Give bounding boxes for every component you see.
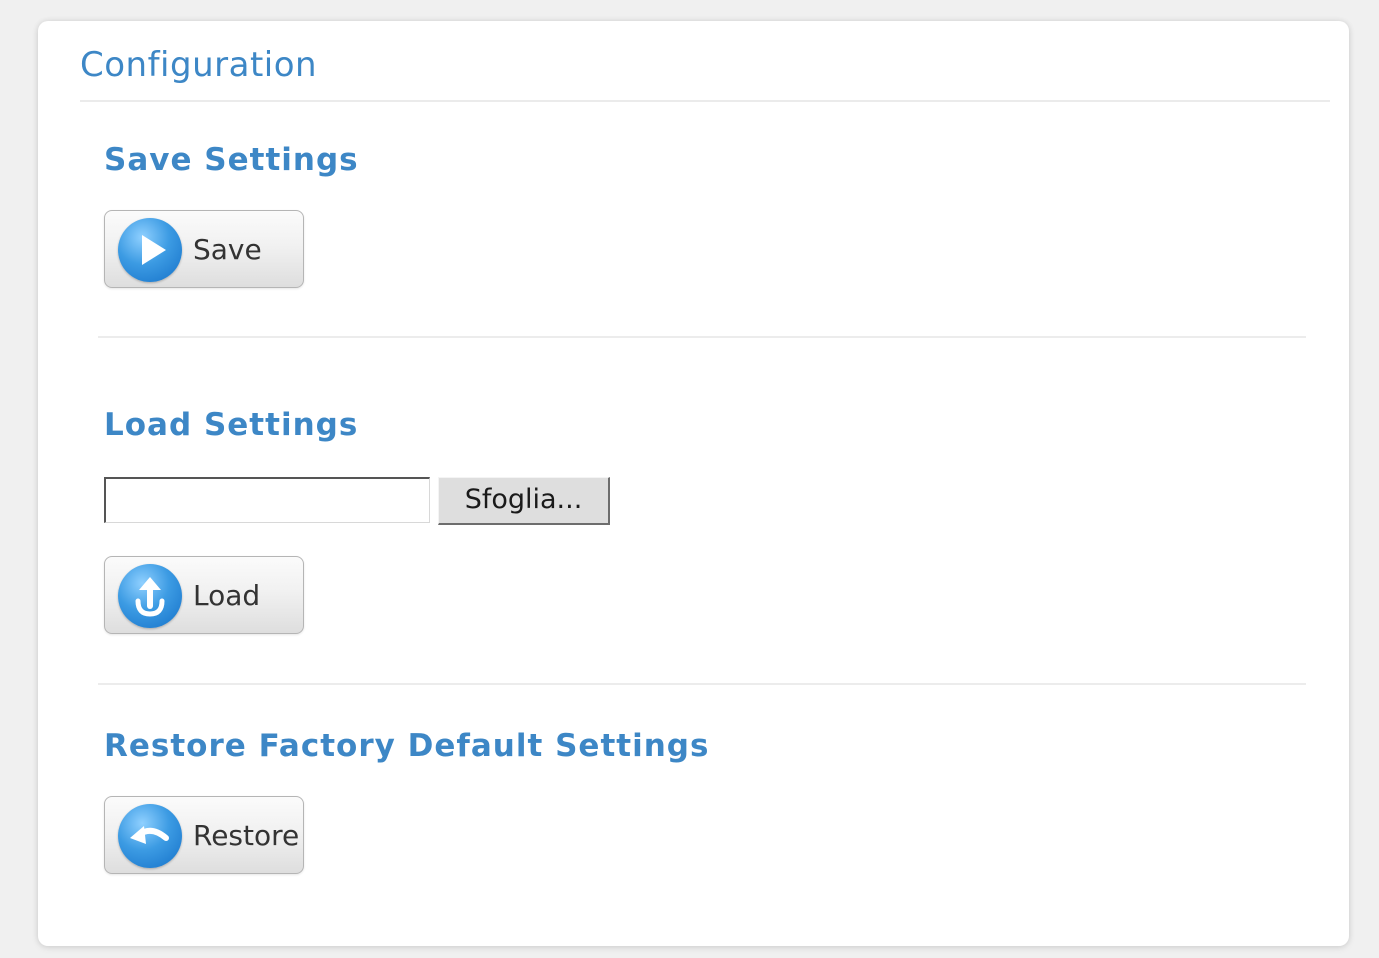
restore-settings-heading: Restore Factory Default Settings [104,728,710,764]
load-button-label: Load [193,579,261,612]
load-button[interactable]: Load [104,556,304,634]
title-divider [80,100,1330,102]
upload-icon [118,564,182,628]
save-button-label: Save [193,233,262,266]
browse-button[interactable]: Sfoglia... [438,477,610,525]
restore-button[interactable]: Restore [104,796,304,874]
save-button[interactable]: Save [104,210,304,288]
load-settings-heading: Load Settings [104,407,359,443]
play-icon [118,218,182,282]
section-divider [98,336,1306,338]
page-title: Configuration [80,45,318,85]
restore-button-label: Restore [193,819,300,852]
section-divider [98,683,1306,685]
file-path-input[interactable] [104,477,430,523]
configuration-panel: Configuration Save Settings Save Load Se… [38,21,1349,946]
undo-arrow-icon [118,804,182,868]
save-settings-heading: Save Settings [104,142,359,178]
